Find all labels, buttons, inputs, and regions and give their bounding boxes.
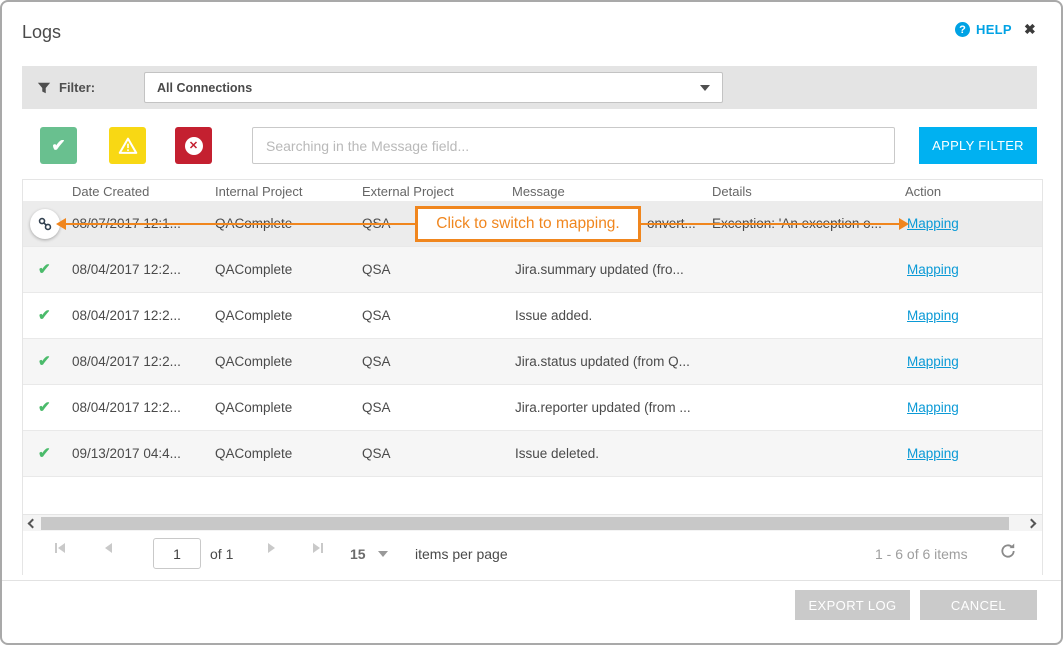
scroll-right-icon[interactable] [1027, 519, 1037, 529]
connection-dropdown-value: All Connections [157, 81, 700, 95]
mapping-link[interactable]: Mapping [907, 339, 959, 385]
chain-icon [37, 216, 53, 232]
check-icon: ✔ [51, 136, 65, 156]
page-size-value: 15 [350, 546, 366, 562]
mapping-link[interactable]: Mapping [907, 201, 959, 247]
apply-filter-button[interactable]: APPLY FILTER [919, 127, 1037, 164]
cell-external: QSA [362, 293, 391, 339]
mapping-link[interactable]: Mapping [907, 293, 959, 339]
success-check-icon: ✔ [38, 431, 51, 477]
first-page-icon [55, 543, 57, 553]
cell-date: 08/04/2017 12:2... [72, 385, 181, 431]
annotation-callout: Click to switch to mapping. [415, 206, 641, 242]
cell-internal: QAComplete [215, 293, 292, 339]
error-circle-icon: ✕ [185, 137, 203, 155]
table-row: ✔ 09/13/2017 04:4... QAComplete QSA Issu… [23, 431, 1042, 477]
cell-external: QSA [362, 385, 391, 431]
success-check-icon: ✔ [38, 339, 51, 385]
help-label: HELP [976, 22, 1012, 37]
cell-message: Jira.status updated (from Q... [515, 339, 690, 385]
cell-message: Jira.summary updated (fro... [515, 247, 684, 293]
cancel-button[interactable]: CANCEL [920, 590, 1037, 620]
success-check-icon: ✔ [38, 293, 51, 339]
cell-message: Issue deleted. [515, 431, 599, 477]
cell-external: QSA [362, 339, 391, 385]
cell-date: 08/04/2017 12:2... [72, 247, 181, 293]
annotation-arrowhead-right-icon [899, 218, 909, 230]
scroll-left-icon[interactable] [28, 519, 38, 529]
previous-page-button[interactable] [105, 543, 112, 553]
mapping-link[interactable]: Mapping [907, 431, 959, 477]
cell-date: 09/13/2017 04:4... [72, 431, 181, 477]
first-page-button[interactable] [55, 543, 65, 553]
success-check-icon: ✔ [38, 247, 51, 293]
chevron-down-icon [700, 85, 710, 91]
page-number-input[interactable] [153, 538, 201, 569]
mapping-link[interactable]: Mapping [907, 385, 959, 431]
refresh-button[interactable] [999, 542, 1017, 565]
filter-error-button[interactable]: ✕ [175, 127, 212, 164]
search-input[interactable] [252, 127, 895, 164]
filter-success-button[interactable]: ✔ [40, 127, 77, 164]
column-header-internal-project[interactable]: Internal Project [215, 184, 302, 199]
cell-message: Jira.reporter updated (from ... [515, 385, 691, 431]
mapping-link[interactable]: Mapping [907, 247, 959, 293]
table-row: ✔ 08/04/2017 12:2... QAComplete QSA Issu… [23, 293, 1042, 339]
last-page-button[interactable] [313, 543, 323, 553]
footer-divider [2, 580, 1061, 581]
annotation-arrow-right [641, 223, 901, 225]
triangle-right-icon [268, 543, 275, 553]
last-page-icon [321, 543, 323, 553]
scrollbar-thumb[interactable] [41, 517, 1009, 530]
column-header-external-project[interactable]: External Project [362, 184, 454, 199]
help-link[interactable]: ? HELP [955, 22, 1012, 37]
export-log-button[interactable]: EXPORT LOG [795, 590, 910, 620]
logs-dialog-stage: Logs ? HELP ✖ Filter: All Connections ✔ [0, 0, 1063, 645]
success-check-icon: ✔ [38, 385, 51, 431]
table-row: ✔ 08/04/2017 12:2... QAComplete QSA Jira… [23, 339, 1042, 385]
cell-external: QSA [362, 431, 391, 477]
logs-dialog: Logs ? HELP ✖ Filter: All Connections ✔ [0, 0, 1063, 645]
page-of-label: of 1 [210, 546, 233, 562]
help-question-icon: ? [955, 22, 970, 37]
triangle-left-icon [58, 543, 65, 553]
triangle-left-icon [105, 543, 112, 553]
cell-date: 08/04/2017 12:2... [72, 293, 181, 339]
connection-dropdown[interactable]: All Connections [144, 72, 723, 103]
table-row: ✔ 08/04/2017 12:2... QAComplete QSA Jira… [23, 385, 1042, 431]
filter-warning-button[interactable] [109, 127, 146, 164]
horizontal-scrollbar[interactable] [23, 514, 1042, 531]
items-range-label: 1 - 6 of 6 items [875, 546, 968, 562]
table-row: ✔ 08/04/2017 12:2... QAComplete QSA Jira… [23, 247, 1042, 293]
annotation-arrowhead-left-icon [56, 218, 66, 230]
cell-external: QSA [362, 247, 391, 293]
warning-triangle-icon [117, 135, 139, 157]
cell-message: Issue added. [515, 293, 592, 339]
triangle-right-icon [313, 543, 320, 553]
page-title: Logs [22, 22, 61, 43]
cell-internal: QAComplete [215, 247, 292, 293]
items-per-page-label: items per page [415, 546, 508, 562]
filter-label: Filter: [59, 80, 95, 95]
cell-date: 08/04/2017 12:2... [72, 339, 181, 385]
cell-internal: QAComplete [215, 385, 292, 431]
column-header-message[interactable]: Message [512, 184, 565, 199]
refresh-icon [999, 542, 1017, 560]
cell-internal: QAComplete [215, 339, 292, 385]
column-header-details[interactable]: Details [712, 184, 752, 199]
filter-funnel-icon [37, 81, 51, 95]
cell-internal: QAComplete [215, 431, 292, 477]
page-size-dropdown[interactable]: 15 [350, 546, 388, 562]
chevron-down-icon [378, 551, 388, 557]
close-icon[interactable]: ✖ [1024, 21, 1036, 38]
next-page-button[interactable] [268, 543, 275, 553]
pager: of 1 15 items per page 1 - 6 of 6 items [23, 531, 1042, 575]
column-header-date-created[interactable]: Date Created [72, 184, 149, 199]
annotation-arrow-left [65, 223, 415, 225]
column-header-action[interactable]: Action [905, 184, 941, 199]
